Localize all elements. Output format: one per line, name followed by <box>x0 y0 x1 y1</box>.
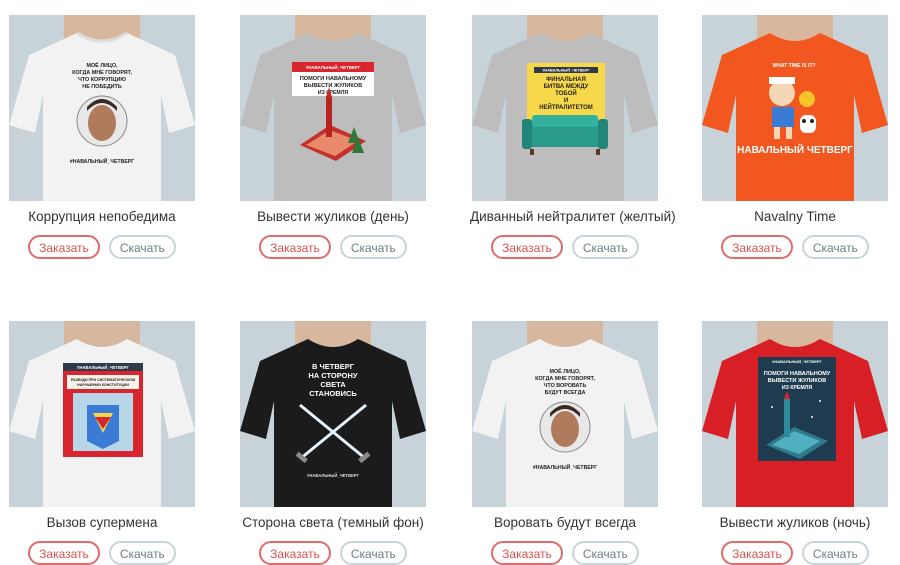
order-button[interactable]: Заказать <box>721 235 793 259</box>
print-line: НАРУШЕНИИ КОНСТИТУЦИИ <box>77 383 129 387</box>
print-line: КОГДА МНЕ ГОВОРЯТ, <box>535 376 595 382</box>
print-line: ВЫВЕСТИ ЖУЛИКОВ <box>768 378 826 384</box>
product-card: МОЁ ЛИЦО, КОГДА МНЕ ГОВОРЯТ, ЧТО ВОРОВАТ… <box>470 321 660 565</box>
print-line: НЕ ПОБЕДИТЬ <box>82 84 122 90</box>
print-line: И <box>564 98 568 104</box>
print-line: РАЗБУДИ ПРИ СИСТЕМАТИЧЕСКОМ <box>71 378 135 382</box>
print-tag: #НАВАЛЬНЫЙ_ЧЕТВЕРГ <box>542 69 590 73</box>
download-button[interactable]: Скачать <box>339 541 407 565</box>
product-image[interactable]: #НАВАЛЬНЫЙ_ЧЕТВЕРГ ПОМОГИ НАВАЛЬНОМУ ВЫВ… <box>240 15 426 201</box>
product-title[interactable]: Вывести жуликов (день) <box>238 209 428 224</box>
print-line: БУДУТ ВСЕГДА <box>545 390 586 396</box>
product-title[interactable]: Воровать будут всегда <box>470 515 660 530</box>
product-grid: МОЁ ЛИЦО, КОГДА МНЕ ГОВОРЯТ, ЧТО КОРРУПЦ… <box>0 0 900 565</box>
download-button[interactable]: Скачать <box>801 541 869 565</box>
order-button[interactable]: Заказать <box>491 235 563 259</box>
product-title[interactable]: Вызов супермена <box>7 515 197 530</box>
product-title[interactable]: Диванный нейтралитет (желтый) <box>470 209 676 224</box>
download-button[interactable]: Скачать <box>801 235 869 259</box>
print-line: ФИНАЛЬНАЯ <box>546 77 586 83</box>
order-button[interactable]: Заказать <box>259 541 331 565</box>
print-tag: НАВАЛЬНЫЙ ЧЕТВЕРГ <box>737 143 853 156</box>
print-line: СТАНОВИСЬ <box>309 389 357 398</box>
print-line: МОЁ ЛИЦО, <box>86 62 118 69</box>
product-image[interactable]: #НАВАЛЬНЫЙ_ЧЕТВЕРГ ФИНАЛЬНАЯ БИТВА МЕЖДУ… <box>472 15 658 201</box>
print-tag: #НАВАЛЬНЫЙ_ЧЕТВЕРГ <box>77 365 130 370</box>
print-line: БИТВА МЕЖДУ <box>544 84 589 90</box>
order-button[interactable]: Заказать <box>259 235 331 259</box>
print-line: ПОМОГИ НАВАЛЬНОМУ <box>300 76 367 82</box>
product-image[interactable]: В ЧЕТВЕРГ НА СТОРОНУ СВЕТА СТАНОВИСЬ #НА… <box>240 321 426 507</box>
product-title[interactable]: Navalny Time <box>700 209 890 224</box>
print-line: ПОМОГИ НАВАЛЬНОМУ <box>764 371 831 377</box>
order-button[interactable]: Заказать <box>491 541 563 565</box>
print-tag: #НАВАЛЬНЫЙ_ЧЕТВЕРГ <box>533 463 597 471</box>
print-line: ЧТО ВОРОВАТЬ <box>544 383 587 389</box>
product-image[interactable]: МОЁ ЛИЦО, КОГДА МНЕ ГОВОРЯТ, ЧТО ВОРОВАТ… <box>472 321 658 507</box>
print-line: ЧТО КОРРУПЦИЮ <box>78 77 126 83</box>
product-image[interactable]: МОЁ ЛИЦО, КОГДА МНЕ ГОВОРЯТ, ЧТО КОРРУПЦ… <box>9 15 195 201</box>
print-line: КОГДА МНЕ ГОВОРЯТ, <box>72 70 132 76</box>
product-card: #НАВАЛЬНЫЙ_ЧЕТВЕРГ ПОМОГИ НАВАЛЬНОМУ ВЫВ… <box>700 321 890 565</box>
download-button[interactable]: Скачать <box>571 541 639 565</box>
print-tag: #НАВАЛЬНЫЙ_ЧЕТВЕРГ <box>772 359 822 364</box>
product-image[interactable]: #НАВАЛЬНЫЙ_ЧЕТВЕРГ РАЗБУДИ ПРИ СИСТЕМАТИ… <box>9 321 195 507</box>
product-image[interactable]: WHAT TIME IS IT? НАВАЛЬНЫЙ ЧЕТВЕРГ <box>702 15 888 201</box>
print-line: ТОБОЙ <box>555 89 576 97</box>
print-tag: #НАВАЛЬНЫЙ_ЧЕТВЕРГ <box>307 473 360 478</box>
print-tag: #НАВАЛЬНЫЙ_ЧЕТВЕРГ <box>306 65 361 70</box>
print-line: НЕЙТРАЛИТЕТОМ <box>539 103 593 111</box>
print-line: НА СТОРОНУ <box>308 371 358 380</box>
print-line: ВЫВЕСТИ ЖУЛИКОВ <box>304 83 362 89</box>
print-line: В ЧЕТВЕРГ <box>312 362 355 371</box>
print-line: WHAT TIME IS IT? <box>773 63 816 69</box>
print-line: ИЗ КРЕМЛЯ <box>782 385 812 391</box>
print-line: МОЁ ЛИЦО, <box>549 368 581 375</box>
product-card: В ЧЕТВЕРГ НА СТОРОНУ СВЕТА СТАНОВИСЬ #НА… <box>238 321 428 565</box>
product-image[interactable]: #НАВАЛЬНЫЙ_ЧЕТВЕРГ ПОМОГИ НАВАЛЬНОМУ ВЫВ… <box>702 321 888 507</box>
product-card: WHAT TIME IS IT? НАВАЛЬНЫЙ ЧЕТВЕРГ Naval… <box>700 15 890 259</box>
product-title[interactable]: Сторона света (темный фон) <box>238 515 428 530</box>
order-button[interactable]: Заказать <box>721 541 793 565</box>
product-card: МОЁ ЛИЦО, КОГДА МНЕ ГОВОРЯТ, ЧТО КОРРУПЦ… <box>7 15 197 259</box>
print-tag: #НАВАЛЬНЫЙ_ЧЕТВЕРГ <box>70 157 134 165</box>
product-title[interactable]: Коррупция непобедима <box>7 209 197 224</box>
product-card: #НАВАЛЬНЫЙ_ЧЕТВЕРГ РАЗБУДИ ПРИ СИСТЕМАТИ… <box>7 321 197 565</box>
download-button[interactable]: Скачать <box>108 235 176 259</box>
print-line: СВЕТА <box>320 380 346 389</box>
order-button[interactable]: Заказать <box>28 541 100 565</box>
download-button[interactable]: Скачать <box>571 235 639 259</box>
print-line: ИЗ КРЕМЛЯ <box>318 90 348 96</box>
download-button[interactable]: Скачать <box>108 541 176 565</box>
product-card: #НАВАЛЬНЫЙ_ЧЕТВЕРГ ФИНАЛЬНАЯ БИТВА МЕЖДУ… <box>470 15 676 259</box>
product-title[interactable]: Вывести жуликов (ночь) <box>700 515 890 530</box>
product-card: #НАВАЛЬНЫЙ_ЧЕТВЕРГ ПОМОГИ НАВАЛЬНОМУ ВЫВ… <box>238 15 428 259</box>
download-button[interactable]: Скачать <box>339 235 407 259</box>
order-button[interactable]: Заказать <box>28 235 100 259</box>
